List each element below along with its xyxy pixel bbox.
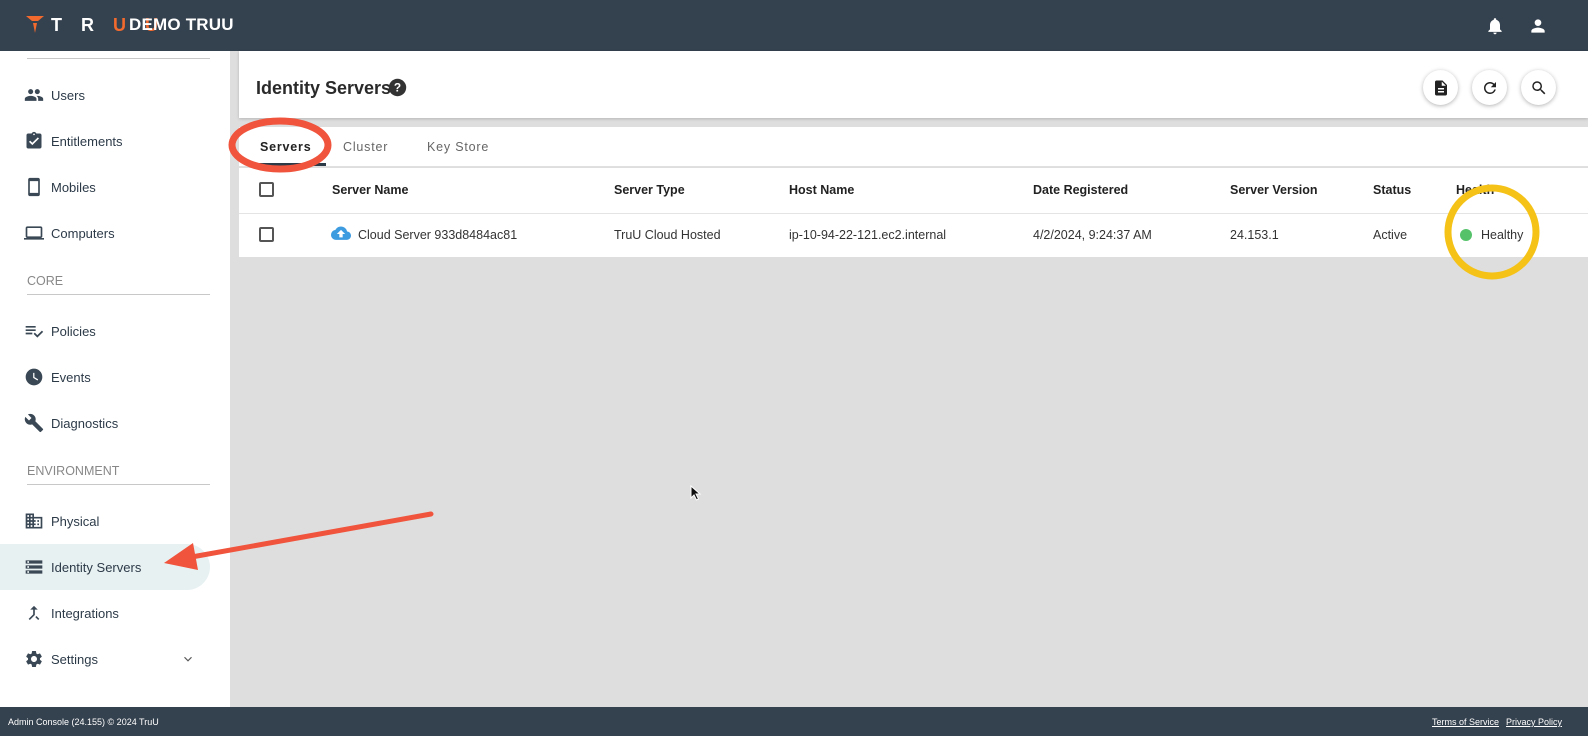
sidebar-divider — [27, 58, 210, 59]
refresh-button[interactable] — [1472, 70, 1507, 105]
truu-logo-icon — [26, 16, 44, 33]
section-heading-environment: ENVIRONMENT — [27, 464, 120, 478]
sidebar-item-settings[interactable]: Settings — [0, 636, 210, 682]
sidebar-item-label: Users — [51, 87, 85, 103]
column-header-host-name[interactable]: Host Name — [789, 183, 854, 197]
help-icon[interactable]: ? — [388, 78, 407, 97]
sidebar-item-label: Mobiles — [51, 179, 96, 195]
top-app-bar: T R U U DEMO TRUU — [0, 0, 1588, 51]
svg-text:?: ? — [394, 80, 401, 94]
bell-icon[interactable] — [1485, 16, 1505, 36]
sidebar-divider — [27, 294, 210, 295]
laptop-icon — [24, 226, 44, 240]
sidebar-item-label: Policies — [51, 323, 96, 339]
cloud-upload-icon — [331, 226, 351, 240]
wrench-icon — [24, 413, 44, 433]
sidebar-item-identity-servers[interactable]: Identity Servers — [0, 544, 210, 590]
assignment-check-icon — [26, 131, 42, 149]
export-document-button[interactable] — [1423, 70, 1458, 105]
sidebar-item-label: Settings — [51, 651, 98, 667]
chevron-down-icon — [184, 656, 192, 662]
tab-servers[interactable]: Servers — [260, 140, 311, 154]
column-header-server-name[interactable]: Server Name — [332, 183, 408, 197]
cell-server-name[interactable]: Cloud Server 933d8484ac81 — [358, 228, 517, 242]
search-icon — [1531, 80, 1545, 94]
footer-version-text: Admin Console (24.155) © 2024 TruU — [8, 717, 159, 727]
document-icon — [1434, 80, 1447, 95]
playlist-check-icon — [25, 326, 44, 338]
footer: Admin Console (24.155) © 2024 TruU Terms… — [0, 707, 1588, 736]
column-header-server-type[interactable]: Server Type — [614, 183, 685, 197]
cell-date-registered: 4/2/2024, 9:24:37 AM — [1033, 228, 1152, 242]
sidebar-divider — [27, 484, 210, 485]
cell-status: Active — [1373, 228, 1408, 242]
tab-bar: Servers Cluster Key Store — [239, 127, 1588, 167]
sidebar-item-events[interactable]: Events — [0, 354, 210, 400]
sidebar-item-label: Diagnostics — [51, 415, 119, 431]
active-tab-indicator — [259, 163, 326, 166]
sidebar-item-label: Identity Servers — [51, 559, 142, 575]
health-status-dot — [1460, 229, 1472, 241]
column-header-server-version[interactable]: Server Version — [1230, 183, 1318, 197]
sidebar-item-label: Events — [51, 369, 91, 385]
cell-server-type: TruU Cloud Hosted — [614, 228, 721, 242]
column-header-health[interactable]: Health — [1456, 183, 1494, 197]
building-icon — [25, 513, 43, 529]
mobile-phone-icon — [28, 177, 40, 197]
tab-cluster[interactable]: Cluster — [343, 140, 388, 154]
terms-of-service-link[interactable]: Terms of Service — [1432, 717, 1499, 727]
users-icon — [24, 89, 44, 101]
mouse-cursor-icon — [690, 485, 702, 501]
column-header-date-registered[interactable]: Date Registered — [1033, 183, 1128, 197]
page-header: Identity Servers ? — [239, 51, 1588, 118]
sidebar-item-integrations[interactable]: Integrations — [0, 590, 210, 636]
section-heading-core: CORE — [27, 274, 64, 288]
clock-icon — [25, 368, 43, 386]
row-checkbox[interactable] — [259, 227, 274, 242]
sidebar-item-policies[interactable]: Policies — [0, 308, 210, 354]
privacy-policy-link[interactable]: Privacy Policy — [1506, 717, 1562, 727]
sidebar-item-mobiles[interactable]: Mobiles — [0, 164, 210, 210]
server-list-icon — [25, 560, 43, 574]
sidebar: Users Entitlements Mobiles Computers COR… — [0, 51, 230, 707]
header-divider — [239, 213, 1588, 214]
column-header-status[interactable]: Status — [1373, 183, 1411, 197]
tab-key-store[interactable]: Key Store — [427, 140, 489, 154]
gear-icon — [26, 651, 42, 667]
search-button[interactable] — [1521, 70, 1556, 105]
merge-icon — [28, 605, 40, 621]
servers-table: Server Name Server Type Host Name Date R… — [239, 168, 1588, 257]
sidebar-item-users[interactable]: Users — [0, 72, 210, 118]
refresh-icon — [1483, 81, 1496, 94]
cell-health: Healthy — [1481, 228, 1524, 242]
sidebar-item-computers[interactable]: Computers — [0, 210, 210, 256]
account-icon[interactable] — [1528, 16, 1548, 36]
sidebar-item-diagnostics[interactable]: Diagnostics — [0, 400, 210, 446]
sidebar-item-label: Integrations — [51, 605, 119, 621]
cell-host-name: ip-10-94-22-121.ec2.internal — [789, 228, 947, 242]
cell-server-version: 24.153.1 — [1230, 228, 1279, 242]
sidebar-item-label: Physical — [51, 513, 100, 529]
sidebar-item-label: Computers — [51, 225, 115, 241]
org-name: DEMO TRUU — [129, 15, 234, 34]
sidebar-item-physical[interactable]: Physical — [0, 498, 210, 544]
select-all-checkbox[interactable] — [259, 182, 274, 197]
page-title: Identity Servers — [256, 78, 392, 98]
sidebar-item-label: Entitlements — [51, 133, 123, 149]
sidebar-item-entitlements[interactable]: Entitlements — [0, 118, 210, 164]
